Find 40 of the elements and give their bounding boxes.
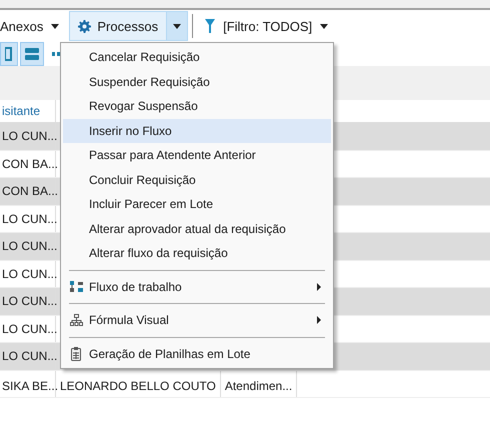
hierarchy-icon [70, 314, 82, 326]
column-header[interactable]: isitante [0, 100, 56, 122]
menu-item[interactable]: Fluxo de trabalho [63, 274, 331, 299]
menu-item[interactable]: Revogar Suspensão [63, 94, 331, 118]
filter-icon [205, 19, 216, 33]
menu-item[interactable]: Passar para Atendente Anterior [63, 143, 331, 168]
table-cell: CON BA... [0, 178, 56, 204]
spreadsheet-icon [71, 346, 81, 361]
table-cell: SIKA BE... [0, 370, 56, 397]
caret-icon [51, 24, 60, 28]
table-cell: Atendimen... [220, 370, 298, 397]
menu-item[interactable]: Inserir no Fluxo [63, 118, 331, 143]
caret-icon [173, 24, 182, 28]
table-cell: LEONARDO BELLO COUTO [56, 370, 221, 397]
attachments-dropdown[interactable]: Anexos [0, 13, 68, 39]
menu-item[interactable]: Incluir Parecer em Lote [63, 192, 331, 216]
table-cell: LO CUN... [0, 343, 56, 370]
table-cell: LO CUN... [0, 233, 56, 260]
menu-item[interactable]: Alterar fluxo da requisição [63, 241, 331, 266]
filter-dropdown[interactable]: [Filtro: TODOS] [197, 13, 336, 39]
processes-split-button[interactable]: Processos [69, 11, 188, 41]
gear-icon [78, 20, 92, 32]
processes-label: Processos [97, 18, 158, 34]
table-cell: LO CUN... [0, 206, 56, 232]
layout-button[interactable] [0, 42, 18, 66]
table-cell: LO CUN... [0, 123, 56, 150]
column-icon [5, 47, 13, 61]
menu-item[interactable]: Cancelar Requisição [63, 45, 331, 70]
rows-button[interactable] [20, 42, 44, 66]
table-cell: LO CUN... [0, 288, 56, 314]
rows-icon [25, 47, 39, 61]
workflow-icon [70, 281, 82, 292]
menu-item[interactable]: Alterar aprovador atual da requisição [63, 216, 331, 241]
caret-icon [320, 24, 328, 28]
table-cell: LO CUN... [0, 260, 56, 287]
menu-item[interactable]: Concluir Requisição [63, 168, 331, 192]
menu-item[interactable]: Fórmula Visual [63, 308, 331, 332]
table-cell: LO CUN... [0, 316, 56, 342]
table-cell: CON BA... [0, 150, 56, 177]
menu-item[interactable]: Geração de Planilhas em Lote [63, 342, 331, 366]
